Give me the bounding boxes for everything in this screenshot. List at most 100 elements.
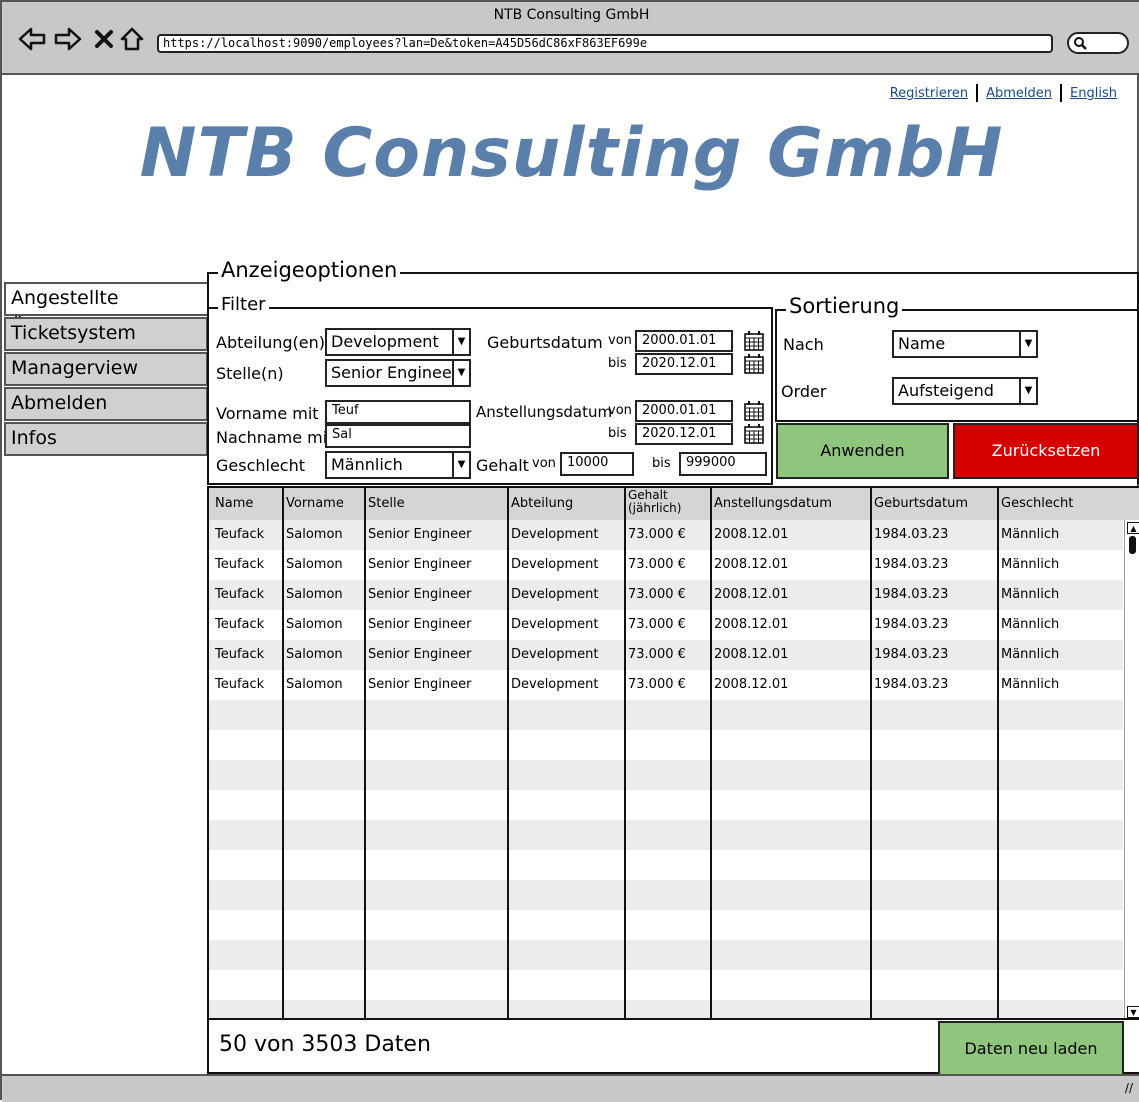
birth-to-input[interactable]: 2020.12.01 [635, 353, 733, 375]
column-header-department[interactable]: Abteilung [507, 497, 573, 511]
stop-icon[interactable] [90, 24, 118, 54]
table-row[interactable] [209, 910, 1123, 940]
table-row[interactable] [209, 730, 1123, 760]
lastname-input[interactable]: Sal [325, 424, 471, 448]
column-header-gender[interactable]: Geschlecht [997, 497, 1073, 511]
sidebar-item-employees[interactable]: Angestellte Übersicht [4, 282, 208, 338]
display-options-title: Anzeigeoptionen [218, 258, 401, 282]
browser-chrome: NTB Consulting GmbH https://localhost:90… [2, 2, 1139, 75]
table-row[interactable] [209, 880, 1123, 910]
sidebar-item-infos[interactable]: Infos [4, 422, 208, 456]
position-select[interactable]: Senior Engineer ▼ [325, 359, 471, 387]
column-header-salary[interactable]: Gehalt (jährlich) [624, 489, 694, 515]
table-cell: Development [511, 587, 599, 602]
table-row[interactable] [209, 700, 1123, 730]
salary-from-input[interactable]: 10000 [560, 452, 634, 476]
scroll-down-icon[interactable]: ▼ [1127, 1006, 1139, 1018]
reset-button[interactable]: Zurücksetzen [953, 423, 1139, 479]
sort-by-value: Name [898, 334, 946, 353]
table-cell: Männlich [1001, 647, 1060, 662]
employee-table: Name Vorname Stelle Abteilung Gehalt (jä… [207, 486, 1139, 1020]
table-cell: Männlich [1001, 557, 1060, 572]
department-select[interactable]: Development ▼ [325, 328, 471, 356]
birthdate-label: Geburtsdatum [487, 333, 603, 352]
status-bar: // [2, 1074, 1139, 1102]
chevron-down-icon: ▼ [452, 453, 469, 477]
hire-from-label: von [608, 403, 632, 418]
table-cell: 2008.12.01 [714, 557, 789, 572]
table-row[interactable]: Teufack Salomon Senior Engineer Development… [209, 610, 1123, 640]
table-row[interactable]: Teufack Salomon Senior Engineer Development… [209, 670, 1123, 700]
table-cell: Senior Engineer [368, 587, 472, 602]
column-header-position[interactable]: Stelle [364, 497, 405, 511]
salary-to-input[interactable]: 999000 [679, 452, 767, 476]
table-cell: Salomon [286, 527, 343, 542]
register-link[interactable]: Registrieren [882, 86, 976, 101]
calendar-icon[interactable] [743, 353, 765, 375]
column-divider [870, 488, 872, 1018]
column-divider [364, 488, 366, 1018]
home-icon[interactable] [118, 24, 146, 54]
table-cell: Development [511, 677, 599, 692]
reload-button[interactable]: Daten neu laden [938, 1021, 1124, 1077]
table-cell: Männlich [1001, 587, 1060, 602]
table-cell: Salomon [286, 677, 343, 692]
table-row[interactable] [209, 760, 1123, 790]
sort-by-label: Nach [783, 335, 824, 354]
table-cell: Männlich [1001, 677, 1060, 692]
address-bar[interactable]: https://localhost:9090/employees?lan=De&… [157, 34, 1053, 53]
table-cell: Development [511, 557, 599, 572]
gender-select[interactable]: Männlich ▼ [325, 451, 471, 479]
sort-order-select[interactable]: Aufsteigend ▼ [892, 377, 1038, 405]
table-row[interactable] [209, 940, 1123, 970]
column-header-hiredate[interactable]: Anstellungsdatum [710, 497, 832, 511]
table-cell: Teufack [215, 647, 265, 662]
table-cell: 2008.12.01 [714, 527, 789, 542]
table-row[interactable] [209, 970, 1123, 1000]
chevron-down-icon: ▼ [452, 330, 469, 354]
search-box[interactable] [1067, 32, 1129, 54]
hire-to-input[interactable]: 2020.12.01 [635, 423, 733, 445]
table-cell: 2008.12.01 [714, 677, 789, 692]
table-row[interactable] [209, 820, 1123, 850]
table-row[interactable]: Teufack Salomon Senior Engineer Development… [209, 520, 1123, 550]
table-footer: 50 von 3503 Daten Daten neu laden [207, 1018, 1139, 1077]
table-row[interactable]: Teufack Salomon Senior Engineer Development… [209, 640, 1123, 670]
firstname-input[interactable]: Teuf [325, 400, 471, 424]
scroll-up-icon[interactable]: ▲ [1127, 522, 1139, 534]
column-header-name[interactable]: Name [211, 497, 253, 511]
table-cell: 2008.12.01 [714, 647, 789, 662]
calendar-icon[interactable] [743, 400, 765, 422]
sidebar-item-managerview[interactable]: Managerview [4, 352, 208, 386]
record-count: 50 von 3503 Daten [219, 1032, 431, 1057]
table-row[interactable] [209, 850, 1123, 880]
gender-value: Männlich [331, 455, 403, 474]
table-row[interactable] [209, 1000, 1123, 1018]
table-row[interactable] [209, 790, 1123, 820]
table-row[interactable]: Teufack Salomon Senior Engineer Development… [209, 580, 1123, 610]
language-link[interactable]: English [1062, 86, 1125, 101]
table-row[interactable]: Teufack Salomon Senior Engineer Development… [209, 550, 1123, 580]
column-header-birthdate[interactable]: Geburtsdatum [870, 497, 968, 511]
scrollbar-thumb[interactable] [1129, 536, 1136, 554]
table-cell: Teufack [215, 617, 265, 632]
birth-from-input[interactable]: 2000.01.01 [635, 330, 733, 352]
hire-from-input[interactable]: 2000.01.01 [635, 400, 733, 422]
chevron-down-icon: ▼ [452, 361, 469, 385]
table-cell: Teufack [215, 677, 265, 692]
sort-by-select[interactable]: Name ▼ [892, 330, 1038, 358]
calendar-icon[interactable] [743, 423, 765, 445]
back-icon[interactable] [18, 24, 46, 54]
apply-button[interactable]: Anwenden [776, 423, 949, 479]
column-header-firstname[interactable]: Vorname [282, 497, 344, 511]
resize-grip-icon[interactable]: // [1125, 1081, 1133, 1095]
calendar-icon[interactable] [743, 330, 765, 352]
sidebar-item-logout[interactable]: Abmelden [4, 387, 208, 421]
table-cell: 73.000 € [628, 617, 686, 632]
logout-link[interactable]: Abmelden [978, 86, 1060, 101]
sidebar-item-ticketsystem[interactable]: Ticketsystem [4, 317, 208, 351]
chevron-down-icon: ▼ [1019, 332, 1036, 356]
table-scrollbar[interactable]: ▲ ▼ [1124, 520, 1139, 1018]
forward-icon[interactable] [54, 24, 82, 54]
column-divider [624, 488, 626, 1018]
